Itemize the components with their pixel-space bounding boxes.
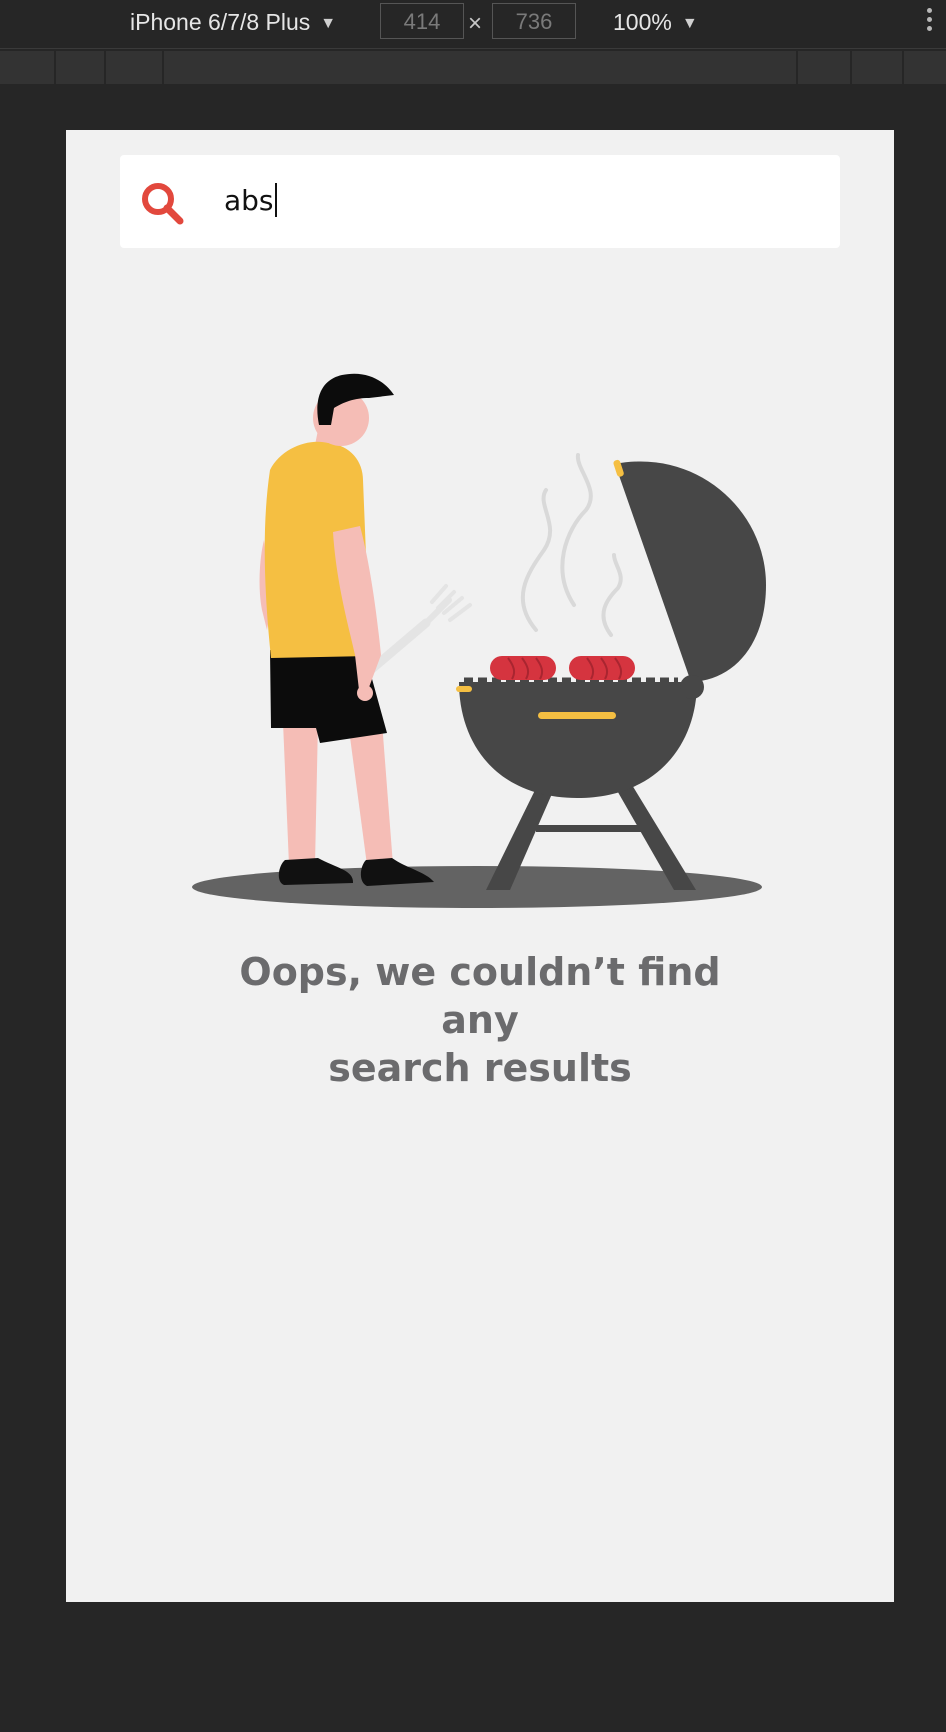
ruler-segment[interactable] — [56, 51, 106, 84]
empty-state-message: Oops, we couldn’t find any search result… — [180, 948, 780, 1092]
device-viewport: abs Oops, we couldn’t find any search re… — [66, 130, 894, 1602]
media-query-ruler — [0, 51, 946, 84]
width-input[interactable]: 414 — [380, 3, 464, 39]
ruler-segment[interactable] — [106, 51, 164, 84]
message-line: any — [441, 998, 519, 1042]
devtools-toolbar: iPhone 6/7/8 Plus ▼ 414 × 736 100% ▼ — [0, 0, 946, 49]
ruler-segment[interactable] — [0, 51, 56, 84]
message-line: Oops, we couldn’t find — [239, 950, 721, 994]
ruler-segment[interactable] — [164, 51, 798, 84]
ruler-segment[interactable] — [798, 51, 852, 84]
ruler-segment[interactable] — [852, 51, 904, 84]
dimension-separator: × — [468, 10, 483, 37]
height-input[interactable]: 736 — [492, 3, 576, 39]
ruler-segment[interactable] — [904, 51, 946, 84]
device-label: iPhone 6/7/8 Plus — [130, 9, 311, 35]
message-line: search results — [328, 1046, 632, 1090]
barbecue-illustration — [192, 373, 766, 908]
device-select[interactable]: iPhone 6/7/8 Plus ▼ — [130, 8, 336, 38]
chevron-down-icon: ▼ — [320, 15, 337, 32]
more-options-icon[interactable] — [924, 8, 934, 38]
zoom-select[interactable]: 100% ▼ — [613, 8, 698, 38]
zoom-label: 100% — [613, 9, 672, 35]
chevron-down-icon: ▼ — [681, 15, 698, 32]
